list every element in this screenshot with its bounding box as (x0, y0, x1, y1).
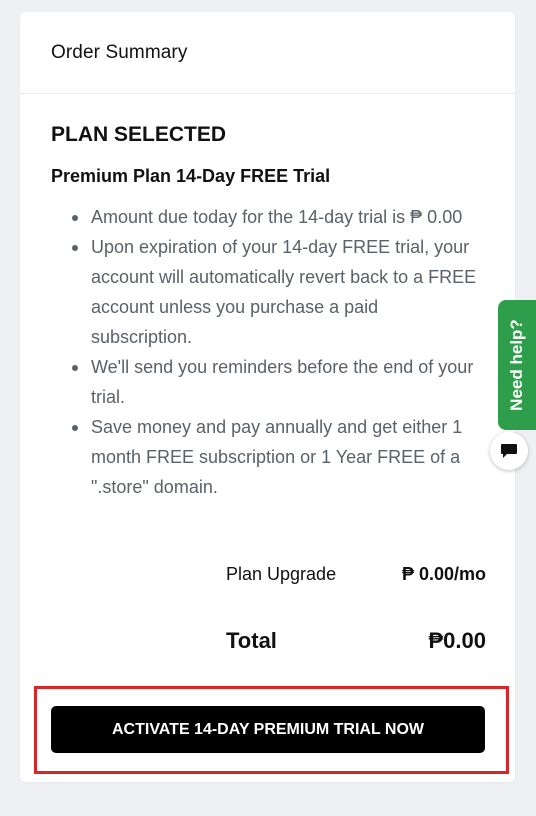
order-summary-title: Order Summary (51, 41, 188, 63)
activate-trial-button[interactable]: ACTIVATE 14-DAY PREMIUM TRIAL NOW (51, 706, 485, 753)
total-label: Total (226, 628, 277, 653)
plan-details-list: Amount due today for the 14-day trial is… (72, 202, 481, 502)
plan-upgrade-amount: ₱ 0.00/mo (401, 564, 486, 584)
plan-upgrade-label: Plan Upgrade (226, 564, 337, 584)
need-help-tab[interactable]: Need help? (498, 300, 536, 430)
total-row: Total ₱0.00 (226, 628, 486, 654)
chat-bubble-icon (501, 444, 517, 458)
plan-upgrade-row: Plan Upgrade ₱ 0.00/mo (226, 564, 486, 585)
list-item: Save money and pay annually and get eith… (72, 412, 481, 502)
card-header: Order Summary (20, 12, 515, 94)
chat-button[interactable] (490, 432, 528, 470)
plan-selected-heading: PLAN SELECTED (51, 123, 227, 146)
list-item: Amount due today for the 14-day trial is… (72, 202, 481, 232)
order-summary-card: Order Summary PLAN SELECTED Premium Plan… (20, 12, 515, 782)
total-amount: ₱0.00 (428, 628, 487, 653)
need-help-label: Need help? (507, 319, 526, 411)
plan-name: Premium Plan 14-Day FREE Trial (51, 166, 331, 186)
list-item: Upon expiration of your 14-day FREE tria… (72, 232, 481, 352)
list-item: We'll send you reminders before the end … (72, 352, 481, 412)
